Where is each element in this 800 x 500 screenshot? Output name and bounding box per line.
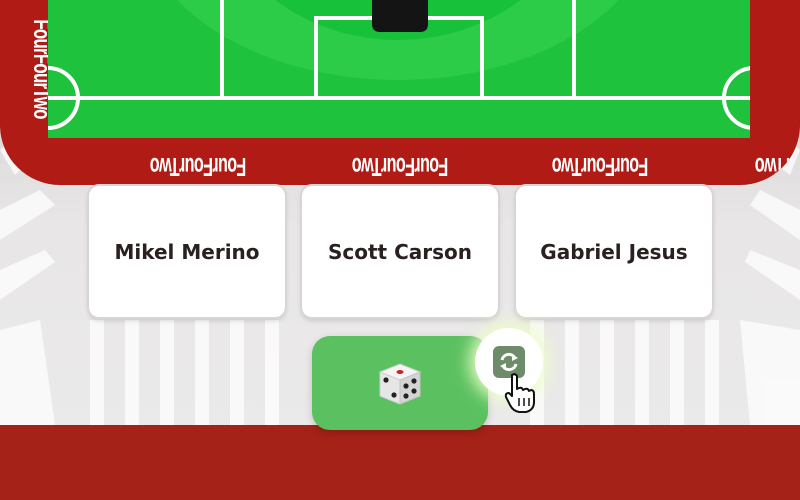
corner-arc-right	[722, 66, 750, 130]
penalty-box-left-line	[220, 0, 224, 100]
player-card-3[interactable]: Gabriel Jesus	[516, 186, 712, 317]
stadium-floor	[0, 425, 800, 500]
player-card-1[interactable]: Mikel Merino	[89, 186, 285, 317]
six-yard-box-right-line	[480, 16, 484, 100]
six-yard-box-left-line	[314, 16, 318, 100]
player-name: Gabriel Jesus	[540, 239, 688, 264]
game-stage: FourFourTwo FourFourTwo FourFourTwo Four…	[0, 0, 800, 500]
sponsor-board-1: FourFourTwo	[150, 152, 247, 182]
sponsor-board-right: FourFourTwo	[795, 0, 800, 72]
dice-icon	[378, 363, 422, 405]
penalty-box-right-line	[572, 0, 576, 100]
refresh-icon	[500, 352, 518, 372]
goal-line	[48, 96, 750, 100]
corner-arc-left	[48, 66, 80, 130]
sponsor-board-4: FourFourTwo	[755, 152, 800, 182]
goalkeeper-shirt[interactable]: GK	[352, 0, 448, 42]
hand-cursor-icon	[504, 373, 535, 413]
roll-dice-button[interactable]	[312, 336, 488, 430]
player-name: Scott Carson	[327, 239, 472, 264]
player-name: Mikel Merino	[114, 239, 260, 264]
sponsor-board-2: FourFourTwo	[352, 152, 449, 182]
player-card-2[interactable]: Scott Carson	[302, 186, 498, 317]
sponsor-board-3: FourFourTwo	[552, 152, 649, 182]
